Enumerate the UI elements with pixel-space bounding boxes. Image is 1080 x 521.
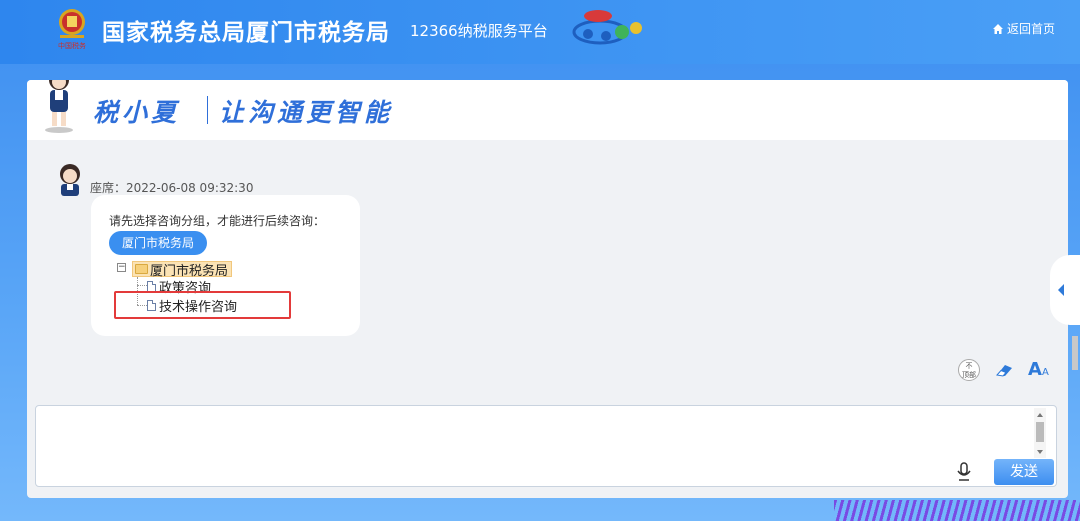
chat-banner: 税小夏 让沟通更智能 bbox=[27, 80, 1068, 140]
microphone-icon[interactable] bbox=[956, 462, 972, 482]
assistant-slogan: 让沟通更智能 bbox=[219, 98, 394, 127]
chevron-left-icon bbox=[1058, 284, 1064, 296]
folder-icon bbox=[135, 264, 148, 274]
font-size-button[interactable]: A A bbox=[1028, 361, 1049, 379]
annotation-highlight-box bbox=[114, 291, 291, 319]
eraser-icon[interactable] bbox=[994, 362, 1014, 378]
input-scrollbar[interactable] bbox=[1034, 408, 1046, 458]
home-link-label: 返回首页 bbox=[1007, 22, 1056, 36]
decorative-stripes bbox=[834, 500, 1080, 521]
font-size-small-icon: A bbox=[1041, 367, 1049, 378]
emblem-caption: 中国税务 bbox=[58, 41, 86, 50]
scroll-down-icon[interactable] bbox=[1037, 450, 1043, 454]
chat-toolbar: 不 顶部 A A bbox=[958, 359, 1049, 381]
side-collapse-tab[interactable] bbox=[1050, 255, 1080, 325]
no-pin-top-button[interactable]: 不 顶部 bbox=[958, 359, 980, 381]
font-size-icon: A bbox=[1028, 359, 1042, 380]
12366-logo-icon bbox=[572, 10, 642, 45]
send-button[interactable]: 发送 bbox=[994, 459, 1054, 485]
tree-root-label: 厦门市税务局 bbox=[150, 263, 229, 279]
top-header: 中国税务 国家税务总局厦门市税务局 12366纳税服务平台 返回首页 bbox=[0, 0, 1080, 64]
group-select-button[interactable]: 厦门市税务局 bbox=[109, 231, 208, 255]
tree-root-node[interactable]: 厦门市税务局 bbox=[132, 261, 233, 279]
no-pin-label: 不 bbox=[965, 362, 973, 370]
message-prompt: 请先选择咨询分组，才能进行后续咨询： bbox=[109, 214, 326, 228]
brand-divider bbox=[207, 96, 208, 124]
pin-top-label: 顶部 bbox=[962, 371, 976, 379]
assistant-brand: 税小夏 bbox=[93, 98, 181, 127]
site-title: 国家税务总局厦门市税务局 bbox=[102, 20, 390, 46]
tree-connector bbox=[137, 285, 147, 286]
message-input[interactable] bbox=[42, 412, 1028, 480]
mascot-icon bbox=[45, 80, 73, 133]
chat-scrollbar[interactable] bbox=[1072, 336, 1078, 370]
agent-avatar-icon bbox=[60, 164, 80, 196]
scroll-thumb[interactable] bbox=[1036, 422, 1044, 442]
tree-collapse-toggle[interactable]: − bbox=[117, 263, 126, 272]
tax-emblem-icon: 中国税务 bbox=[58, 9, 86, 50]
message-sender-timestamp: 座席：2022-06-08 09:32:30 bbox=[90, 181, 254, 195]
scroll-up-icon[interactable] bbox=[1037, 413, 1043, 417]
message-composer: 发送 bbox=[35, 405, 1057, 487]
home-icon bbox=[993, 23, 1003, 34]
home-link[interactable]: 返回首页 bbox=[992, 20, 1055, 37]
platform-name: 12366纳税服务平台 bbox=[410, 22, 548, 40]
